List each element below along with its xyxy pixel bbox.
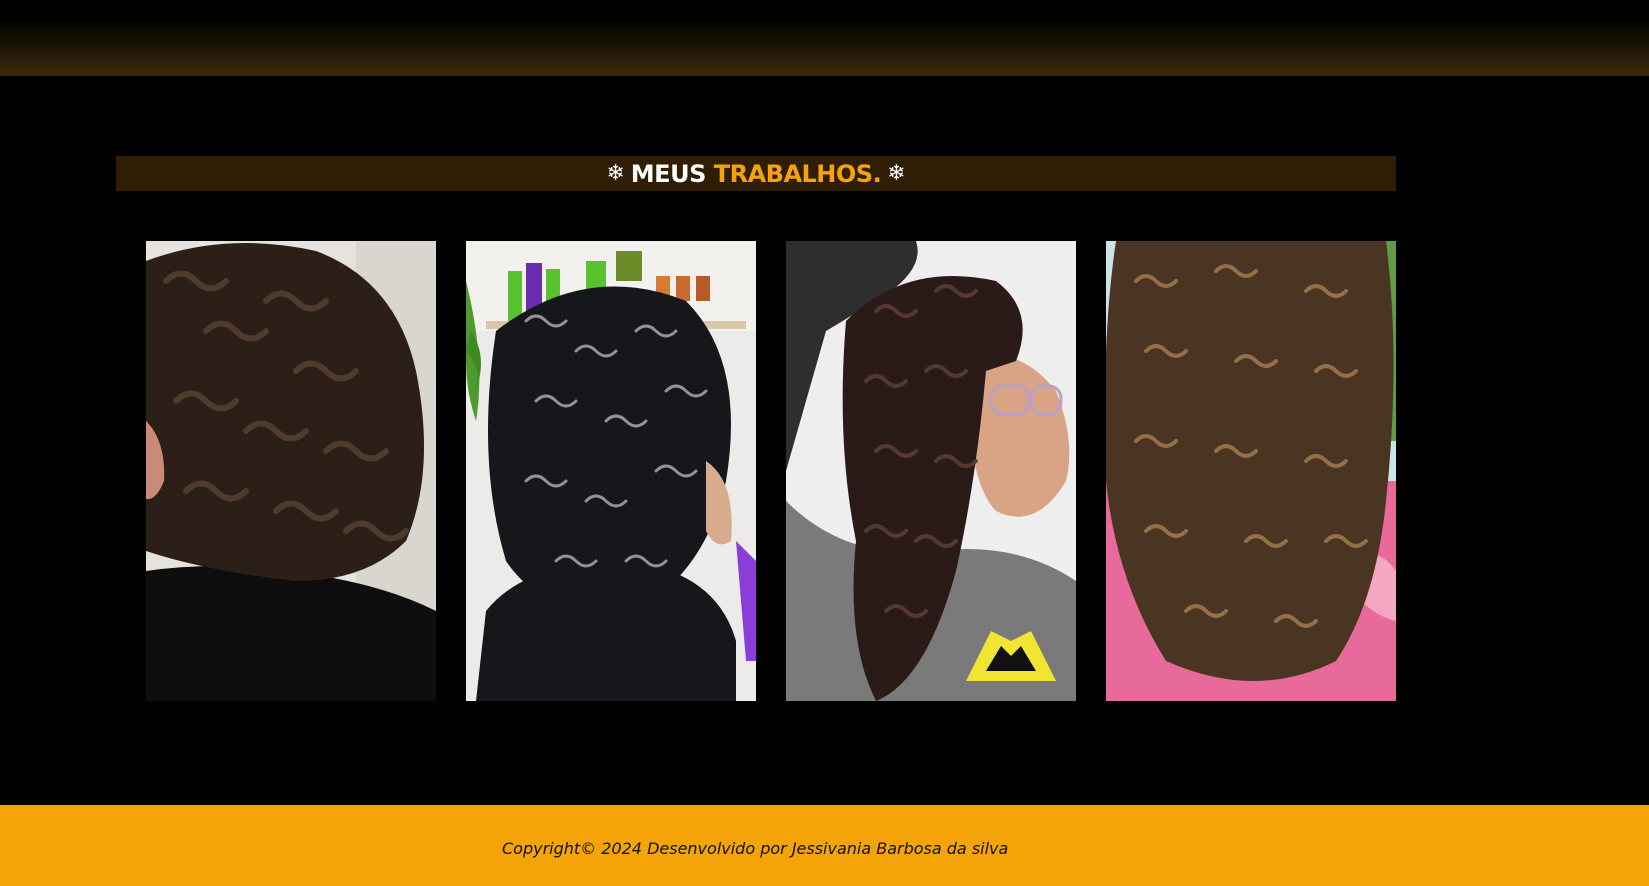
top-header-bar (0, 0, 1649, 76)
gallery-photo-3[interactable] (786, 241, 1076, 701)
flower-ornament-icon: ❄ (887, 160, 906, 186)
section-heading: ❄ MEUS TRABALHOS. ❄ (116, 156, 1396, 191)
footer: Copyright© 2024 Desenvolvido por Jessiva… (0, 805, 1649, 886)
section-title-main: MEUS (630, 159, 707, 188)
copyright-text: Copyright© 2024 Desenvolvido por Jessiva… (502, 839, 1009, 858)
section-title-accent: TRABALHOS. (713, 159, 882, 188)
curly-hair-image (1106, 241, 1396, 701)
gallery-photo-2[interactable] (466, 241, 756, 701)
curly-hair-image (466, 241, 756, 701)
gallery-photo-4[interactable] (1106, 241, 1396, 701)
curly-hair-image (786, 241, 1076, 701)
gallery-photo-1[interactable] (146, 241, 436, 701)
flower-ornament-icon: ❄ (606, 160, 625, 186)
works-gallery (146, 241, 1396, 701)
curly-hair-image (146, 241, 436, 701)
section-title: MEUS TRABALHOS. (630, 159, 882, 188)
